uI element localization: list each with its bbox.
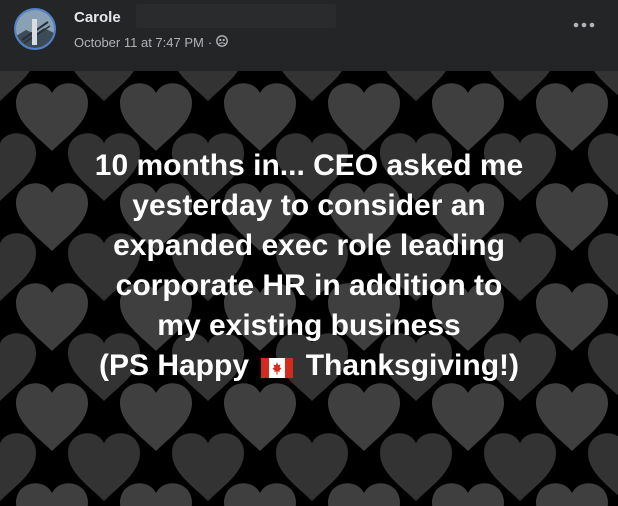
message-line: 10 months in... CEO asked me — [94, 149, 524, 182]
author-name[interactable]: Carole — [74, 9, 121, 26]
meta-separator: · — [207, 35, 213, 50]
message-line: (PS Happy Thanksgiving!) — [0, 346, 618, 386]
post-image[interactable]: 10 months in... CEO asked me yesterday t… — [0, 71, 618, 506]
name-blur-overlay — [136, 4, 336, 28]
facebook-post: Carole October 11 at 7:47 PM · 10 months… — [0, 0, 618, 506]
post-timestamp[interactable]: October 11 at 7:47 PM — [74, 35, 204, 50]
post-header: Carole October 11 at 7:47 PM · — [0, 0, 618, 71]
more-options-icon[interactable] — [570, 13, 598, 37]
message-line: expanded exec role leading — [113, 229, 505, 262]
message-line-prefix: (PS Happy — [98, 349, 249, 382]
canada-flag-icon — [261, 358, 294, 378]
message-line: yesterday to consider an — [132, 189, 486, 222]
message-line-suffix: Thanksgiving!) — [305, 349, 520, 382]
post-message: 10 months in... CEO asked me yesterday t… — [0, 146, 618, 386]
message-line: my existing business — [157, 309, 461, 342]
author-avatar[interactable] — [14, 8, 56, 50]
avatar-image — [16, 10, 54, 48]
friends-globe-icon[interactable] — [216, 35, 229, 50]
message-line: corporate HR in addition to — [115, 269, 503, 302]
post-meta: October 11 at 7:47 PM · — [74, 35, 229, 50]
